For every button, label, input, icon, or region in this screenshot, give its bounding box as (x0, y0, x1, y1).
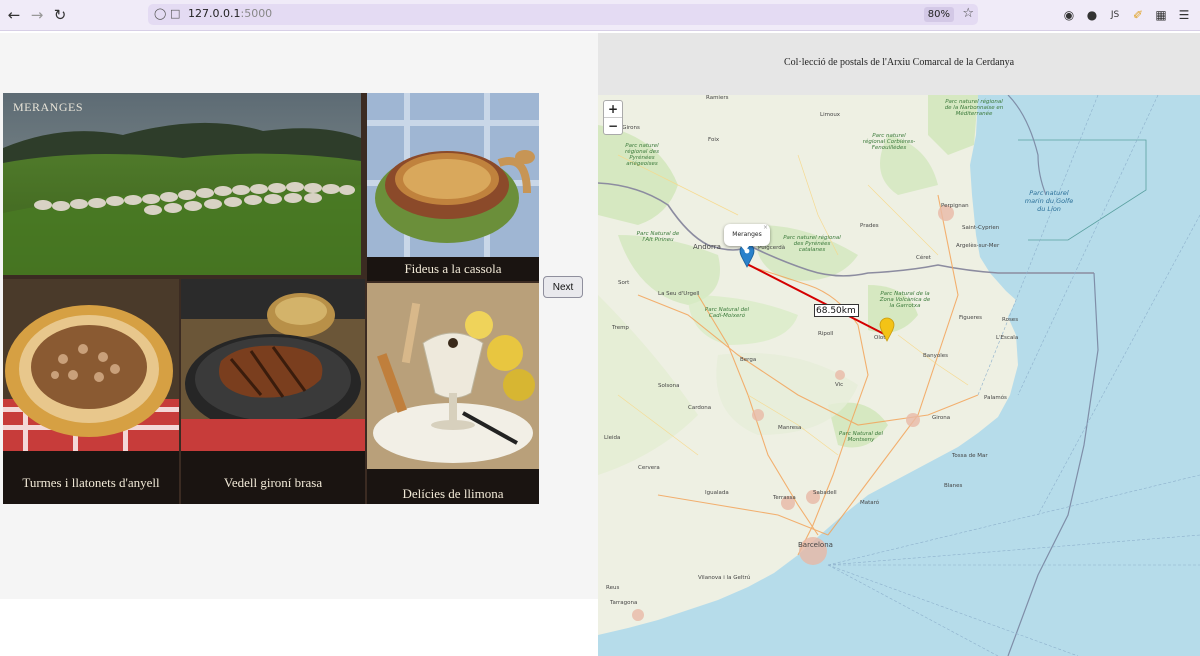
label-park-alt-pirineu: Parc Natural de l'Alt Pirineu (636, 231, 680, 243)
label-barcelona: Barcelona (798, 541, 833, 549)
caption-fideus: Fideus a la cassola (367, 257, 539, 281)
label-manresa: Manresa (778, 425, 802, 431)
postcard-title: MERANGES (13, 100, 84, 114)
delicies-photo (367, 283, 539, 469)
label-solsona: Solsona (658, 383, 680, 389)
label-berga: Berga (740, 357, 757, 363)
reload-icon[interactable]: ↻ (50, 5, 70, 25)
account-icon[interactable]: ● (1083, 6, 1101, 24)
url-bar[interactable]: ◯ □ 127.0.0.1:5000 80% ☆ (148, 4, 978, 25)
pocket-icon[interactable]: ◉ (1060, 6, 1078, 24)
zoom-in-button[interactable]: + (604, 101, 622, 117)
label-ripoll: Ripoll (818, 331, 834, 337)
menu-hamburger-icon[interactable]: ☰ (1175, 6, 1193, 24)
label-la-seu: La Seu d'Urgell (658, 291, 700, 297)
label-tarragona: Tarragona (610, 600, 638, 606)
label-olot: Olot (874, 335, 886, 341)
caption-delicies: Delícies de llimona (367, 469, 539, 504)
map[interactable]: Ramiers Saint-Girons Foix Limoux Perpign… (598, 95, 1200, 656)
map-zoom-control: + − (603, 100, 623, 135)
label-perpignan: Perpignan (941, 203, 969, 209)
label-vic: Vic (835, 382, 844, 388)
map-title: Col·lecció de postals de l'Arxiu Comarca… (783, 57, 1015, 68)
turmes-photo (3, 279, 179, 451)
url-text: 127.0.0.1:5000 (188, 7, 272, 20)
label-park-montseny: Parc Natural del Montseny (838, 431, 884, 443)
label-park-narbonnaise: Parc naturel régional de la Narbonnaise … (944, 99, 1004, 117)
next-button[interactable]: Next (543, 276, 583, 298)
back-arrow-icon[interactable]: ← (4, 5, 24, 25)
label-sabadell: Sabadell (813, 490, 837, 496)
url-host: 127.0.0.1 (188, 7, 241, 20)
shield-icon: ◯ (154, 7, 167, 20)
label-park-pyrenees-catalanes: Parc naturel régional des Pyrénées catal… (783, 235, 841, 253)
label-banyoles: Banyoles (923, 353, 949, 359)
label-igualada: Igualada (705, 490, 729, 496)
label-reus: Reus (606, 585, 620, 591)
label-girona: Girona (932, 415, 951, 421)
label-cervera: Cervera (638, 465, 660, 471)
label-park-cadi: Parc Natural del Cadí-Moixeró (704, 307, 750, 319)
label-park-ariegeoises: Parc naturel régional des Pyrénées ariég… (625, 143, 659, 167)
label-prades: Prades (860, 223, 879, 229)
meranges-landscape-photo: MERANGES (3, 93, 361, 275)
label-ceret: Céret (916, 255, 931, 261)
forward-arrow-icon[interactable]: → (27, 5, 47, 25)
zoom-level-badge[interactable]: 80% (923, 7, 954, 22)
extension-brush-icon[interactable]: ✐ (1129, 6, 1147, 24)
label-cardona: Cardona (688, 405, 712, 411)
label-roses: Roses (1002, 317, 1019, 323)
extensions-puzzle-icon[interactable]: ▦ (1152, 6, 1170, 24)
extension-js-icon[interactable]: JS (1106, 6, 1124, 24)
label-blanes: Blanes (944, 483, 963, 489)
label-ramiers: Ramiers (706, 95, 729, 101)
label-figueres: Figueres (959, 315, 983, 321)
label-park-corbieres: Parc naturel régional Corbières-Fenouill… (862, 133, 916, 151)
label-sant-cyprien: Saint-Cyprien (962, 225, 1000, 231)
label-tossa: Tossa de Mar (952, 453, 988, 459)
label-lescala: L'Escala (996, 335, 1019, 341)
label-argeles: Argelès-sur-Mer (956, 243, 1000, 249)
caption-vedell: Vedell gironí brasa (181, 451, 365, 504)
label-terrassa: Terrassa (773, 495, 796, 501)
label-sort: Sort (618, 280, 630, 286)
label-lleida: Lleida (604, 435, 621, 441)
caption-turmes: Turmes i llatonets d'anyell (3, 451, 179, 504)
label-foix: Foix (708, 137, 720, 143)
label-park-marin: Parc naturel marin du Golfe du Lion (1024, 189, 1074, 213)
url-port: :5000 (240, 7, 273, 20)
bookmark-star-icon[interactable]: ☆ (962, 6, 974, 21)
label-mataro: Mataró (860, 500, 880, 506)
browser-toolbar: ← → ↻ ◯ □ 127.0.0.1:5000 80% ☆ ◉ ● JS ✐ … (0, 0, 1200, 31)
postcard-image: MERANGES Fideus a la cassola Turmes i ll… (3, 93, 539, 504)
label-limoux: Limoux (820, 112, 841, 118)
map-tiles (598, 95, 1200, 656)
vedell-photo (181, 279, 365, 451)
label-palamos: Palamós (984, 395, 1007, 401)
distance-label: 68.50km (814, 304, 859, 317)
label-vilanova: Vilanova i la Geltrú (698, 575, 751, 581)
fideus-photo (367, 93, 539, 257)
zoom-out-button[interactable]: − (604, 117, 622, 134)
label-park-garrotxa: Parc Natural de la Zona Volcànica de la … (879, 291, 931, 309)
popup-close-icon[interactable]: × (763, 217, 768, 239)
map-header: Col·lecció de postals de l'Arxiu Comarca… (598, 33, 1200, 95)
map-popup: Meranges × (724, 224, 770, 246)
popup-text: Meranges (732, 231, 762, 238)
label-tremp: Tremp (612, 325, 629, 331)
page-info-icon[interactable]: □ (170, 7, 180, 20)
popup-tip (740, 245, 750, 251)
label-andorra: Andorra (693, 243, 721, 251)
